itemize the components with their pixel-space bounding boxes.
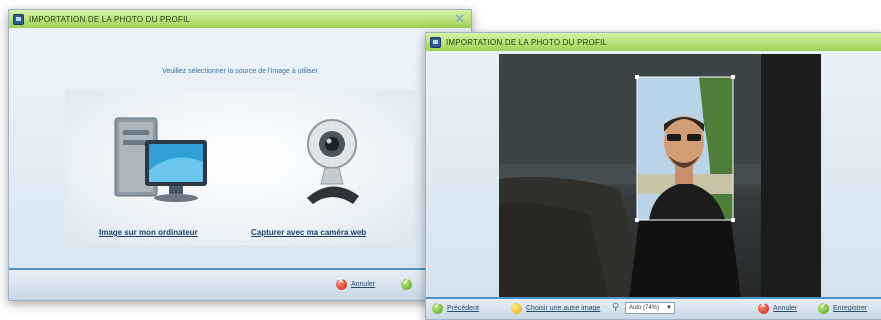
close-icon[interactable]: ✕ [454,12,465,26]
profile-photo-preview[interactable] [499,54,821,299]
zoom-value: Auto (74%) [629,305,660,311]
cancel-label: Annuler [773,305,798,312]
app-icon [13,13,24,25]
webcam-icon[interactable] [287,112,377,212]
cancel-icon [758,300,769,314]
photo-crop-window: IMPORTATION DE LA PHOTO DU PROFIL ✓ Préc… [425,32,881,320]
window-title: IMPORTATION DE LA PHOTO DU PROFIL [29,14,191,24]
source-choices-panel: Image sur mon ordinateur Capturer avec m… [65,90,415,245]
crop-toolbar: Précédent Choisir une autre image ⚲ Auto… [426,297,881,319]
window-bottom-bar: Annuler [9,268,471,300]
source-selection-window: IMPORTATION DE LA PHOTO DU PROFIL ✕ Veui… [8,9,472,301]
back-icon [432,301,443,314]
window-titlebar[interactable]: IMPORTATION DE LA PHOTO DU PROFIL ✕ [9,10,471,28]
check-icon [401,277,412,290]
cancel-button[interactable]: Annuler [758,300,798,314]
image-from-computer-link[interactable]: Image sur mon ordinateur [99,228,198,237]
app-icon [430,36,441,48]
zoom-icon: ⚲ [612,302,620,313]
computer-icon[interactable] [105,110,215,210]
previous-button[interactable]: Précédent [432,301,479,314]
cancel-button[interactable]: Annuler [336,276,376,290]
choose-other-image-button[interactable]: Choisir une autre image [511,303,600,314]
cancel-icon [336,276,347,290]
save-label: Enregistrer [833,305,868,312]
zoom-select[interactable]: Auto (74%) ▼ [625,302,675,314]
confirm-button[interactable] [401,277,416,290]
source-prompt: Veuillez sélectionner la source de l'ima… [162,68,318,75]
choose-other-image-label: Choisir une autre image [526,305,601,312]
photo-image [499,54,821,299]
check-icon [818,301,829,314]
chevron-down-icon: ▼ [666,305,672,311]
window-title: IMPORTATION DE LA PHOTO DU PROFIL [446,37,608,47]
capture-webcam-link[interactable]: Capturer avec ma caméra web [251,228,366,237]
folder-icon [511,303,522,314]
window-titlebar[interactable]: IMPORTATION DE LA PHOTO DU PROFIL [426,33,881,51]
save-button[interactable]: Enregistrer [818,301,868,314]
cancel-label: Annuler [351,281,376,288]
previous-label: Précédent [447,305,479,312]
